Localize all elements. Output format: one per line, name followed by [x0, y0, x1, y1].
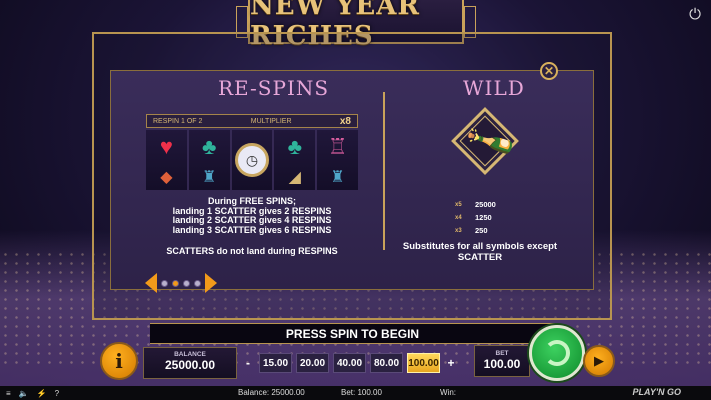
- page-dot-2[interactable]: [172, 279, 179, 287]
- multiplier-label: MULTIPLIER: [250, 117, 292, 125]
- bet-option[interactable]: 20.00: [296, 353, 329, 373]
- pay-row: x4 1250: [455, 213, 492, 222]
- wild-title: WILD: [463, 76, 525, 100]
- bet-value: 100.00: [483, 357, 521, 371]
- wild-paytable: x5 25000 x4 1250 x3 250: [455, 198, 496, 237]
- page-dot-4[interactable]: [194, 279, 201, 287]
- bet-option[interactable]: 40.00: [333, 353, 366, 373]
- heart-symbol-icon: ♥: [159, 133, 173, 159]
- wild-description: Substitutes for all symbols except SCATT…: [402, 241, 558, 263]
- page-navigation: [145, 272, 220, 294]
- balance-display: BALANCE 25000.00: [143, 347, 237, 379]
- brand-logo: PLAY'N GO: [632, 387, 681, 397]
- help-icon[interactable]: ?: [55, 389, 59, 398]
- bet-display: BET 100.00: [474, 345, 530, 377]
- multiplier-value: x8: [339, 115, 351, 127]
- page-dot-3[interactable]: [183, 279, 190, 287]
- reel-5: ♖ ♜: [317, 130, 358, 190]
- decrease-bet-button[interactable]: -: [241, 348, 255, 378]
- respin-header: RESPIN 1 OF 2 MULTIPLIER x8: [146, 114, 358, 128]
- respins-note: SCATTERS do not land during RESPINS: [166, 246, 338, 256]
- respin-counter: RESPIN 1 OF 2: [153, 117, 203, 125]
- wild-symbol: 🍾: [451, 107, 520, 175]
- bet-label: BET: [495, 350, 509, 357]
- reel-3: ◷: [231, 130, 273, 190]
- respins-title: RE-SPINS: [218, 76, 330, 100]
- close-button[interactable]: ✕: [540, 62, 558, 80]
- page-dot-1[interactable]: [161, 279, 168, 287]
- clover-symbol-icon: ♣: [201, 133, 217, 159]
- menu-icon[interactable]: ≡: [6, 389, 11, 398]
- banner-text: PRESS SPIN TO BEGIN: [285, 326, 420, 341]
- status-win: Win:: [440, 388, 456, 397]
- status-balance: Balance: 25000.00: [238, 388, 305, 397]
- balance-label: BALANCE: [174, 351, 206, 358]
- reel-2: ♣ ♜: [188, 130, 230, 190]
- bet-option[interactable]: 15.00: [259, 353, 292, 373]
- increase-bet-button[interactable]: +: [444, 348, 458, 378]
- bet-option[interactable]: 80.00: [370, 353, 403, 373]
- spin-arrows-icon: [544, 340, 570, 366]
- status-bar: ≡ 🔈 ⚡ ? Balance: 25000.00 Bet: 100.00 Wi…: [0, 386, 711, 400]
- champagne-bottle-icon: 🍾: [460, 111, 520, 170]
- reel-1: ♥ ◆: [146, 130, 187, 190]
- sound-icon[interactable]: 🔈: [19, 389, 29, 398]
- message-banner: PRESS SPIN TO BEGIN: [150, 323, 555, 344]
- statue-symbol-icon: ♜: [330, 168, 345, 186]
- next-page-arrow-icon[interactable]: [205, 273, 217, 293]
- pay-row: x3 250: [455, 226, 488, 235]
- clover-symbol-icon: ♣: [287, 133, 302, 159]
- clock-scatter-icon: ◷: [234, 143, 269, 177]
- status-icons: ≡ 🔈 ⚡ ?: [6, 389, 66, 398]
- previous-page-arrow-icon[interactable]: [145, 273, 157, 293]
- spin-button[interactable]: [529, 325, 585, 381]
- bottle-symbol-icon: ◢: [288, 168, 301, 186]
- gem-symbol-icon: ◆: [160, 168, 173, 186]
- info-button[interactable]: i: [100, 342, 138, 380]
- tower-symbol-icon: ♖: [327, 133, 348, 159]
- power-icon[interactable]: ⏻: [687, 7, 703, 23]
- reel-4: ♣ ◢: [274, 130, 316, 190]
- section-divider: [383, 92, 385, 250]
- autoplay-button[interactable]: ▶: [583, 345, 615, 377]
- status-bet: Bet: 100.00: [341, 388, 382, 397]
- bet-controls: BALANCE 25000.00 - 15.00 20.00 40.00 80.…: [143, 345, 513, 381]
- bet-option-selected[interactable]: 100.00: [407, 353, 440, 373]
- statue-symbol-icon: ♜: [202, 168, 217, 186]
- respins-rule-4: landing 3 SCATTER gives 6 RESPINS: [172, 224, 332, 235]
- turbo-icon[interactable]: ⚡: [37, 389, 47, 398]
- balance-value: 25000.00: [164, 358, 216, 372]
- example-reels: ♥ ◆ ♣ ♜ ◷ ♣ ◢ ♖ ♜: [146, 130, 358, 190]
- pay-row: x5 25000: [455, 200, 496, 209]
